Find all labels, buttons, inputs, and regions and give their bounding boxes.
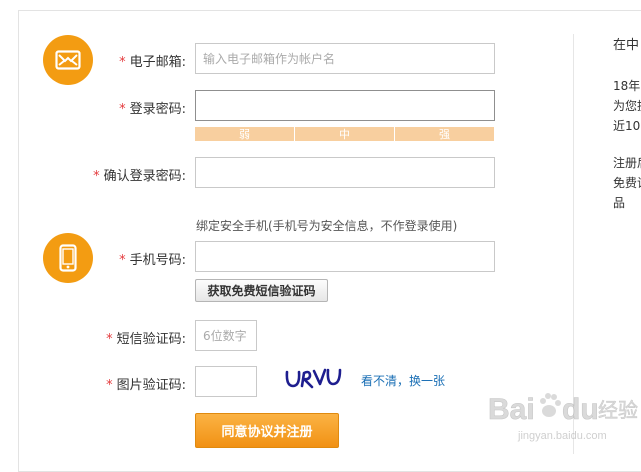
email-label: * 电子邮箱: [119, 51, 186, 70]
svg-text:jingyan.baidu.com: jingyan.baidu.com [517, 430, 607, 442]
password-strength-meter: 弱 中 强 [195, 127, 494, 141]
sms-code-label-text: 短信验证码: [116, 332, 186, 347]
side-text-line: 品 [613, 196, 626, 210]
confirm-password-field[interactable] [195, 157, 495, 188]
sms-code-field[interactable] [195, 320, 257, 351]
password-label: * 登录密码: [119, 98, 186, 117]
image-code-label-text: 图片验证码: [116, 378, 186, 393]
required-mark: * [93, 169, 100, 184]
password-field[interactable] [195, 90, 495, 121]
email-field[interactable] [195, 43, 495, 74]
password-label-text: 登录密码: [129, 102, 186, 117]
phone-label-text: 手机号码: [129, 253, 186, 268]
confirm-password-label: * 确认登录密码: [93, 165, 186, 184]
svg-text:经验: 经验 [598, 398, 638, 422]
confirm-password-label-text: 确认登录密码: [103, 169, 186, 184]
svg-text:du: du [562, 393, 599, 426]
baidu-jingyan-watermark-logo: Bai du 经验 jingyan.baidu.com [488, 393, 639, 442]
refresh-captcha-link[interactable]: 看不清，换一张 [361, 372, 445, 389]
strength-weak: 弱 [195, 127, 295, 141]
phone-label: * 手机号码: [119, 249, 186, 268]
svg-text:Bai: Bai [488, 393, 535, 426]
side-text-line: 注册后 [613, 156, 641, 170]
captcha-image[interactable] [283, 362, 345, 396]
email-label-text: 电子邮箱: [129, 55, 186, 70]
envelope-icon [43, 35, 93, 85]
phone-hint: 绑定安全手机(手机号为安全信息，不作登录使用) [196, 219, 458, 233]
side-text-line: 近10 [613, 119, 641, 133]
required-mark: * [106, 332, 113, 347]
mobile-phone-icon [43, 233, 93, 283]
side-text-line: 免费试 [613, 176, 641, 190]
agree-and-register-button[interactable]: 同意协议并注册 [195, 413, 339, 448]
side-heading: 在中 [613, 38, 640, 53]
required-mark: * [119, 55, 126, 70]
required-mark: * [119, 102, 126, 117]
required-mark: * [119, 253, 126, 268]
sms-code-label: * 短信验证码: [106, 328, 186, 347]
image-code-label: * 图片验证码: [106, 374, 186, 393]
phone-field[interactable] [195, 241, 495, 272]
strength-medium: 中 [295, 127, 395, 141]
image-code-field[interactable] [195, 366, 257, 397]
required-mark: * [106, 378, 113, 393]
side-text-line: 18年 [613, 79, 641, 93]
get-sms-code-button[interactable]: 获取免费短信验证码 [195, 279, 328, 302]
side-text-line: 为您提 [613, 99, 641, 113]
strength-strong: 强 [395, 127, 494, 141]
